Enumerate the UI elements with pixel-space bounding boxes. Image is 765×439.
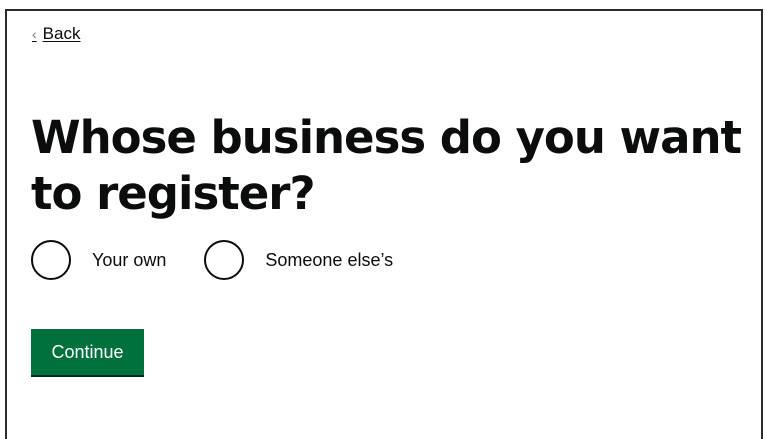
back-link[interactable]: ‹ Back bbox=[32, 24, 80, 44]
radio-label-someone-elses: Someone else’s bbox=[265, 249, 394, 270]
radio-button-your-own[interactable] bbox=[31, 240, 71, 280]
radio-group: Your own Someone else’s bbox=[31, 240, 431, 280]
page-title: Whose business do you want to register? bbox=[31, 111, 742, 220]
continue-button[interactable]: Continue bbox=[31, 329, 144, 375]
radio-button-someone-elses[interactable] bbox=[204, 240, 245, 280]
chevron-left-icon: ‹ bbox=[32, 26, 37, 42]
radio-option-someone-elses[interactable]: Someone else’s bbox=[204, 240, 393, 280]
radio-label-your-own: Your own bbox=[92, 249, 167, 270]
back-link-label: Back bbox=[42, 24, 81, 43]
radio-option-your-own[interactable]: Your own bbox=[31, 240, 166, 280]
